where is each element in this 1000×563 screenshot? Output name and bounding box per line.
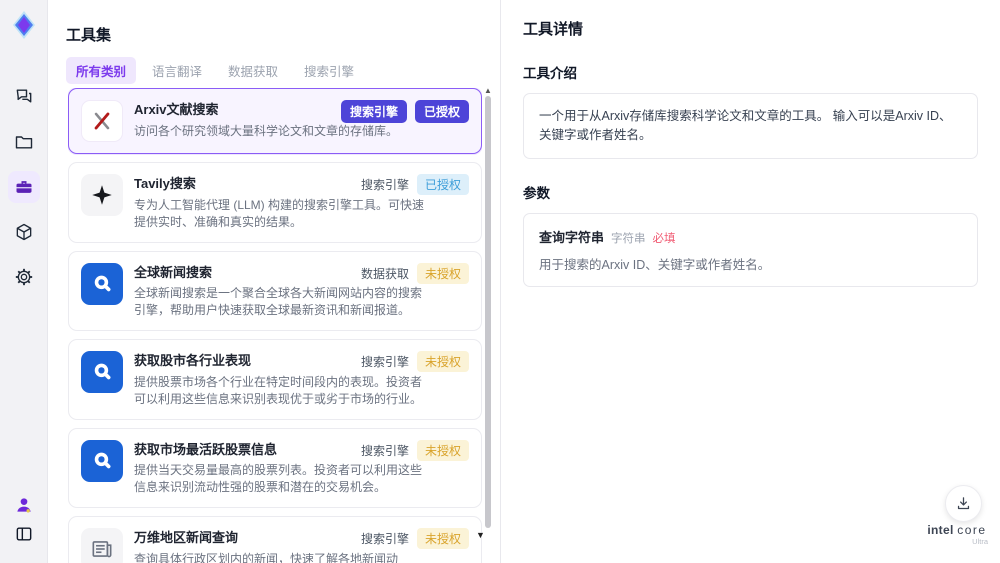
page-title: 工具集 bbox=[66, 27, 112, 44]
intel-core-logo: intel core Ultra bbox=[922, 523, 992, 547]
param-box: 查询字符串 字符串 必填 用于搜索的Arxiv ID、关键字或作者姓名。 bbox=[523, 212, 978, 287]
tool-card-1[interactable]: Tavily搜索 专为人工智能代理 (LLM) 构建的搜索引擎工具。可快速提供实时… bbox=[68, 162, 482, 243]
detail-title: 工具详情 bbox=[523, 21, 584, 38]
app-window: 工具集 所有类别 语言翻译 数据获取 搜索引擎 Arxiv文献搜索 访问各个研究领域大量… bbox=[0, 0, 1000, 563]
category-badge: 搜索引擎 bbox=[360, 532, 409, 547]
category-badge: 搜索引擎 bbox=[360, 178, 409, 192]
param-required-flag: 必填 bbox=[652, 232, 676, 245]
tool-badges: 数据获取 未授权 bbox=[360, 262, 469, 284]
tool-list-panel: 工具集 所有类别 语言翻译 数据获取 搜索引擎 Arxiv文献搜索 访问各个研究领域大量… bbox=[48, 0, 500, 563]
category-badge: 搜索引擎 bbox=[360, 355, 409, 370]
panel-toggle-icon[interactable] bbox=[8, 518, 40, 550]
arxiv-icon bbox=[81, 100, 123, 142]
brand-intel: intel bbox=[927, 523, 954, 537]
auth-status-badge: 已授权 bbox=[416, 174, 469, 195]
briefcase-icon[interactable] bbox=[8, 171, 40, 203]
tool-badges: 搜索引擎 已授权 bbox=[340, 100, 469, 123]
auth-status-badge: 未授权 bbox=[416, 528, 469, 550]
tool-card-0[interactable]: Arxiv文献搜索 访问各个研究领域大量科学论文和文章的存储库。 搜索引擎 已授权 bbox=[68, 88, 482, 154]
tool-badges: 搜索引擎 未授权 bbox=[360, 439, 469, 461]
magnifier-app-icon bbox=[81, 351, 123, 394]
download-button[interactable] bbox=[945, 485, 982, 522]
tavily-star-icon bbox=[81, 174, 123, 216]
tool-badges: 搜索引擎 已授权 bbox=[361, 174, 469, 195]
auth-status-badge: 未授权 bbox=[416, 351, 469, 373]
tool-list: Arxiv文献搜索 访问各个研究领域大量科学论文和文章的存储库。 搜索引擎 已授权 Ta… bbox=[68, 88, 482, 563]
tool-description: 查询具体行政区划内的新闻，快速了解各地新闻动 bbox=[134, 551, 399, 563]
newspaper-icon bbox=[81, 528, 123, 563]
scrollbar-thumb[interactable] bbox=[485, 96, 491, 528]
tool-description: 访问各个研究领域大量科学论文和文章的存储库。 bbox=[134, 123, 399, 138]
tool-card-5[interactable]: 万维地区新闻查询 查询具体行政区划内的新闻，快速了解各地新闻动 搜索引擎 未授权 bbox=[68, 516, 482, 563]
category-tab-1[interactable]: 语言翻译 bbox=[142, 57, 212, 84]
tool-card-3[interactable]: 获取股市各行业表现 提供股票市场各个行业在特定时间段内的表现。投资者可以利用这些信… bbox=[68, 339, 482, 420]
magnifier-app-icon bbox=[81, 262, 123, 305]
category-tab-3[interactable]: 搜索引擎 bbox=[294, 57, 364, 84]
intro-heading: 工具介绍 bbox=[523, 66, 577, 81]
category-tabs: 所有类别 语言翻译 数据获取 搜索引擎 bbox=[66, 57, 364, 84]
download-icon bbox=[957, 497, 970, 510]
folder-icon[interactable] bbox=[8, 126, 40, 158]
brand-core: core bbox=[957, 523, 987, 537]
category-tab-2[interactable]: 数据获取 bbox=[218, 57, 288, 84]
category-badge: 数据获取 bbox=[360, 266, 409, 281]
gear-icon[interactable] bbox=[8, 261, 40, 293]
tool-description: 提供股票市场各个行业在特定时间段内的表现。投资者可以利用这些信息来识别表现优于或… bbox=[134, 374, 423, 406]
scrollbar-down-arrow[interactable]: ▼ bbox=[476, 530, 485, 540]
package-icon[interactable] bbox=[8, 216, 40, 248]
category-tab-0[interactable]: 所有类别 bbox=[66, 57, 137, 84]
scrollbar-up-arrow[interactable]: ▲ bbox=[484, 86, 492, 95]
params-heading: 参数 bbox=[523, 185, 550, 201]
tool-description: 全球新闻搜索是一个聚合全球各大新闻网站内容的搜索引擎，帮助用户快速获取全球最新资… bbox=[134, 286, 423, 318]
category-badge[interactable]: 搜索引擎 bbox=[340, 100, 407, 123]
tool-card-2[interactable]: 全球新闻搜索 全球新闻搜索是一个聚合全球各大新闻网站内容的搜索引擎，帮助用户快速获… bbox=[68, 250, 482, 332]
tool-description: 提供当天交易量最高的股票列表。投资者可以利用这些信息来识别流动性强的股票和潜在的… bbox=[134, 463, 423, 495]
auth-status-badge: 未授权 bbox=[416, 262, 469, 284]
user-icon[interactable] bbox=[8, 489, 40, 521]
app-logo bbox=[7, 8, 41, 42]
left-rail bbox=[0, 0, 48, 563]
tool-badges: 搜索引擎 未授权 bbox=[360, 351, 469, 373]
auth-status-badge: 未授权 bbox=[416, 439, 469, 461]
tool-detail-panel: 工具详情 工具介绍 一个用于从Arxiv存储库搜索科学论文和文章的工具。 输入可… bbox=[500, 0, 1000, 563]
param-description: 用于搜索的Arxiv ID、关键字或作者姓名。 bbox=[539, 257, 771, 272]
tool-description: 专为人工智能代理 (LLM) 构建的搜索引擎工具。可快速提供实时、准确和真实的结… bbox=[134, 197, 425, 229]
category-badge: 搜索引擎 bbox=[360, 443, 409, 458]
tool-badges: 搜索引擎 未授权 bbox=[360, 528, 469, 550]
tool-card-4[interactable]: 获取市场最活跃股票信息 提供当天交易量最高的股票列表。投资者可以利用这些信息来识别… bbox=[68, 427, 482, 509]
magnifier-app-icon bbox=[81, 439, 123, 482]
chat-icon[interactable] bbox=[8, 80, 40, 112]
brand-tier: Ultra bbox=[972, 537, 988, 547]
param-name: 查询字符串 bbox=[539, 229, 605, 245]
auth-status-badge: 已授权 bbox=[414, 100, 469, 123]
param-type: 字符串 bbox=[611, 232, 646, 245]
intro-text-box: 一个用于从Arxiv存储库搜索科学论文和文章的工具。 输入可以是Arxiv ID… bbox=[523, 93, 978, 159]
